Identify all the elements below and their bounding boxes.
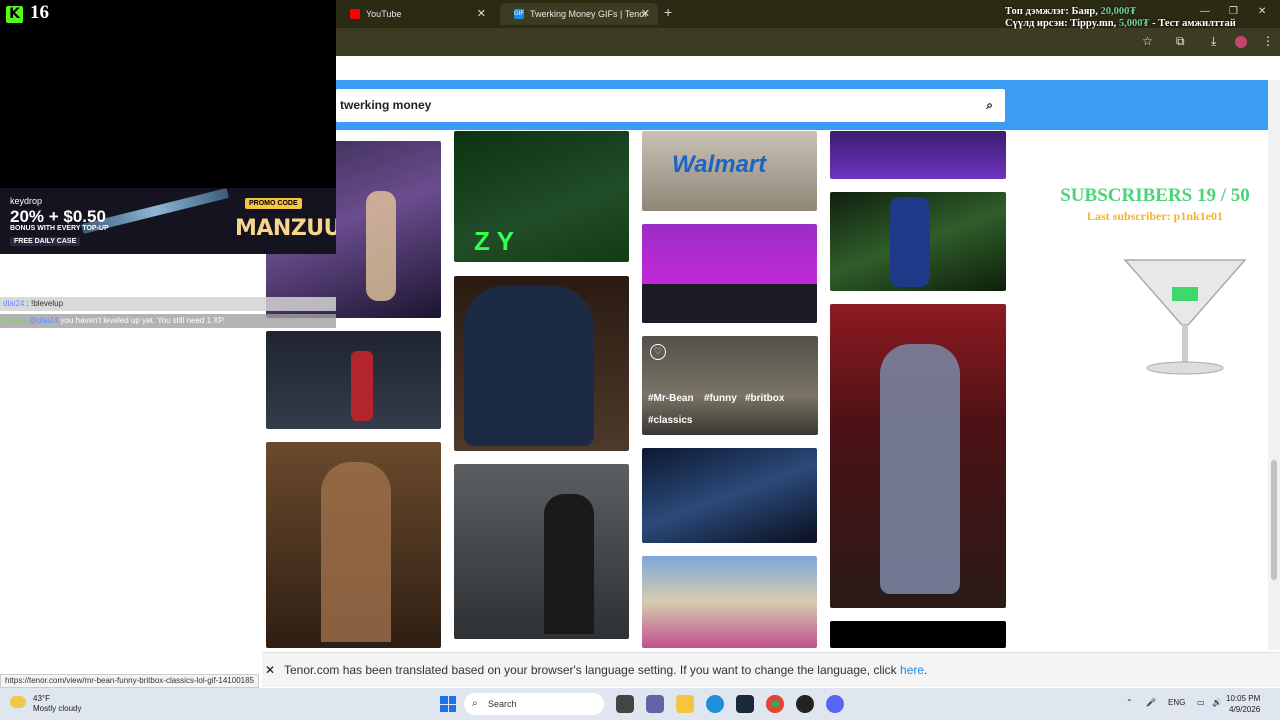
heart-icon[interactable]: ♡ <box>650 344 666 360</box>
gif-tag[interactable]: #funny <box>704 393 737 404</box>
close-window-icon[interactable]: ✕ <box>1258 6 1266 17</box>
menu-icon[interactable]: ⋮ <box>1262 34 1274 48</box>
chat-message: BotRix @dlai24 you haven't leveled up ye… <box>0 314 336 328</box>
top-donation-label: Топ дэмжлэг: Баяр, <box>1005 6 1101 17</box>
network-icon[interactable]: ▭ <box>1197 698 1205 707</box>
top-donation-amount: 20,000₮ <box>1100 6 1137 17</box>
gif-tile[interactable] <box>830 621 1006 648</box>
chat-username: dlai24 <box>3 299 25 308</box>
notice-end: . <box>924 663 928 677</box>
promo-code: MANZUUL <box>235 216 336 241</box>
last-subscriber: Last subscriber: p1nk1e01 <box>1086 209 1223 223</box>
start-icon[interactable] <box>440 696 456 712</box>
gif-tile[interactable] <box>454 464 629 639</box>
gif-tile[interactable] <box>266 331 441 429</box>
discord-icon[interactable] <box>826 695 844 713</box>
search-input[interactable]: twerking money ⌕ <box>336 89 1005 122</box>
promo-banner: keydrop 20% + $0.50 BONUS WITH EVERY TOP… <box>0 188 336 254</box>
chat-message: dlai24 : !blevelup <box>0 297 336 311</box>
chrome-icon[interactable] <box>766 695 784 713</box>
date: 4/9/2026 <box>1229 705 1261 714</box>
search-icon[interactable]: ⌕ <box>986 89 993 122</box>
chat-text: : !blevelup <box>24 299 64 308</box>
chat-mention: @dlai24 <box>28 316 59 325</box>
close-icon[interactable]: ✕ <box>265 653 275 688</box>
edge-icon[interactable] <box>706 695 724 713</box>
promo-brand: keydrop <box>10 196 43 206</box>
file-explorer-icon[interactable] <box>676 695 694 713</box>
weather-icon <box>10 696 26 708</box>
obs-icon[interactable] <box>796 695 814 713</box>
bookmark-star-icon[interactable]: ☆ <box>1142 34 1153 48</box>
gif-tag[interactable]: #britbox <box>745 393 784 404</box>
gif-tile[interactable] <box>642 448 817 543</box>
gif-tile-mr-bean[interactable]: ♡ #Mr-Bean #funny #britbox #classics <box>642 336 818 435</box>
weather-desc: Mostly cloudy <box>33 704 82 713</box>
notice-text: Tenor.com has been translated based on y… <box>284 663 901 677</box>
close-icon[interactable]: ✕ <box>477 3 486 25</box>
tenor-gif-icon: GIF <box>514 9 524 19</box>
promo-bonus: BONUS WITH EVERY TOP-UP <box>10 225 109 232</box>
gif-tag[interactable]: #Mr-Bean <box>648 393 694 404</box>
subscribers-count: SUBSCRIBERS 19 / 50 <box>1060 185 1250 206</box>
chat-text: you haven't leveled up yet. You still ne… <box>58 316 226 325</box>
search-placeholder: Search <box>488 699 517 709</box>
promo-headline: 20% + $0.50 <box>10 207 106 226</box>
new-tab-button[interactable]: + <box>664 4 672 20</box>
tab-youtube[interactable]: YouTube ✕ <box>336 3 494 25</box>
search-icon: ⌕ <box>472 698 478 709</box>
temperature: 43°F <box>33 694 50 703</box>
time: 10:05 PM <box>1226 694 1261 703</box>
tab-label: Twerking Money GIFs | Tenor <box>530 9 648 19</box>
translation-notice: ✕ Tenor.com has been translated based on… <box>262 652 1280 687</box>
language-indicator[interactable]: ENG <box>1168 698 1185 707</box>
steam-icon[interactable] <box>736 695 754 713</box>
search-value: twerking money <box>340 98 432 112</box>
extensions-icon[interactable]: ⧉ <box>1176 34 1185 49</box>
webcam-overlay: K 16 <box>0 0 336 188</box>
gif-tile[interactable] <box>830 131 1006 179</box>
taskbar: 43°F Mostly cloudy ⌕ Search ⌃ 🎤 ENG ▭ 🔊 … <box>0 688 1280 720</box>
last-donation-amount: 5,000₮ <box>1118 18 1150 29</box>
martini-glass-icon <box>1123 259 1247 375</box>
gif-tile[interactable] <box>454 276 629 451</box>
volume-icon[interactable]: 🔊 <box>1212 698 1222 707</box>
taskbar-search[interactable]: ⌕ Search <box>464 693 604 715</box>
promo-daily: FREE DAILY CASE <box>10 237 81 246</box>
scrollbar-thumb[interactable] <box>1271 460 1277 580</box>
gif-tile[interactable]: Walmart <box>642 131 817 211</box>
youtube-icon <box>350 9 360 19</box>
tray-chevron-icon[interactable]: ⌃ <box>1126 698 1133 707</box>
viewer-count: 16 <box>30 2 49 23</box>
gif-tile[interactable] <box>266 442 441 648</box>
status-url: https://tenor.com/view/mr-bean-funny-bri… <box>0 674 259 688</box>
last-donation-suffix: - Тест амжилттай <box>1149 18 1236 29</box>
chat-username: BotRix <box>3 316 27 325</box>
gif-tag[interactable]: #classics <box>648 415 693 426</box>
kick-logo-icon: K <box>6 6 23 23</box>
profile-avatar[interactable] <box>1235 36 1247 48</box>
close-icon[interactable]: ✕ <box>641 3 650 25</box>
last-donation-label: Сүүлд ирсэн: Tippy.mn, <box>1005 18 1119 29</box>
tab-label: YouTube <box>366 9 402 19</box>
gif-tile[interactable] <box>830 304 1006 608</box>
gif-tile[interactable]: Z Y <box>454 131 629 262</box>
notice-link[interactable]: here <box>900 663 924 677</box>
clock[interactable]: 10:05 PM 4/9/2026 <box>1226 693 1260 715</box>
promo-code-label: PROMO CODE <box>245 198 302 209</box>
subscribers-widget: SUBSCRIBERS 19 / 50 Last subscriber: p1n… <box>1040 185 1270 224</box>
gif-tile[interactable] <box>642 224 817 323</box>
download-icon[interactable]: ⤓ <box>1211 34 1216 49</box>
page-scrollbar[interactable] <box>1268 80 1280 650</box>
gif-tile[interactable] <box>642 556 817 648</box>
gif-tile[interactable] <box>830 192 1006 291</box>
microphone-icon[interactable]: 🎤 <box>1146 698 1156 707</box>
task-view-icon[interactable] <box>616 695 634 713</box>
tab-tenor[interactable]: GIF Twerking Money GIFs | Tenor ✕ <box>500 3 658 25</box>
teams-icon[interactable] <box>646 695 664 713</box>
donation-ticker: Топ дэмжлэг: Баяр, 20,000₮ Сүүлд ирсэн: … <box>1005 6 1236 30</box>
